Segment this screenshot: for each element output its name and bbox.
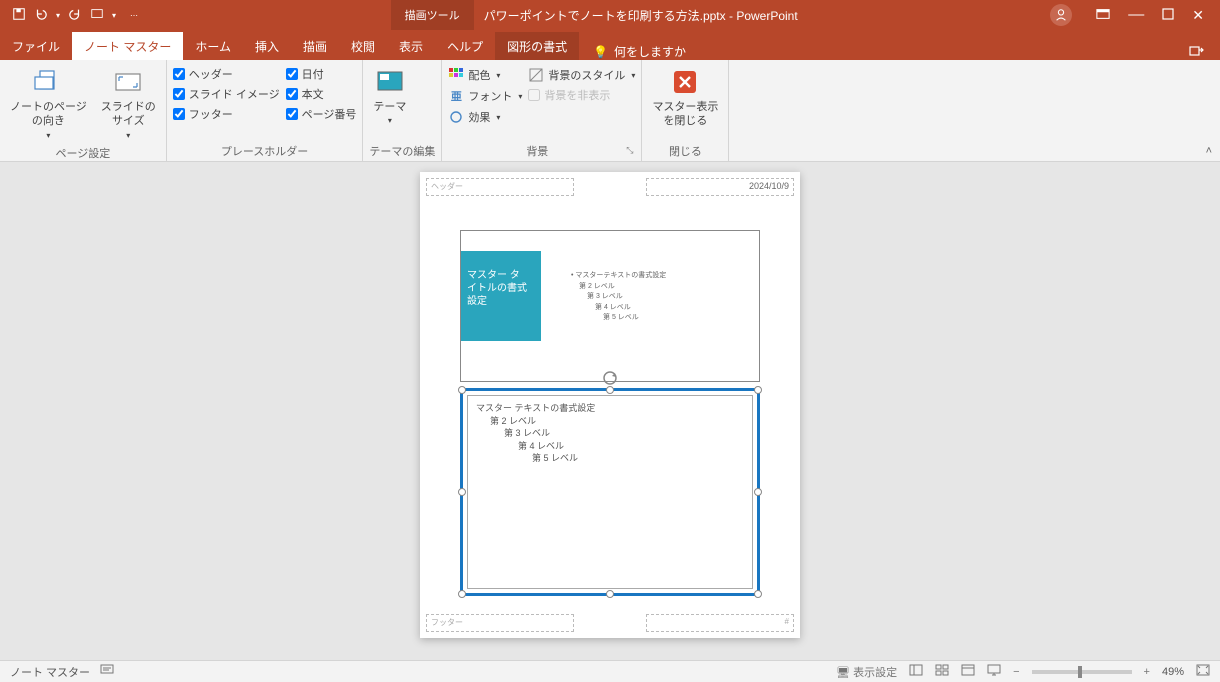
tab-file[interactable]: ファイル — [0, 32, 72, 60]
minimize-button[interactable]: — — [1128, 6, 1144, 24]
qat-dropdown[interactable]: ▾ — [112, 11, 116, 20]
reading-view-icon[interactable] — [961, 664, 975, 679]
slide-size-button[interactable]: スライドの サイズ ▾ — [97, 64, 160, 143]
chk-body[interactable]: 本文 — [286, 86, 357, 102]
group-close: マスター表示 を閉じる 閉じる — [642, 60, 729, 161]
title-center: 描画ツール パワーポイントでノートを印刷する方法.pptx - PowerPoi… — [138, 0, 1050, 30]
page-number-placeholder[interactable]: # — [646, 614, 794, 632]
undo-icon[interactable] — [34, 7, 48, 24]
maximize-button[interactable] — [1162, 8, 1174, 23]
bg-styles-button[interactable]: 背景のスタイル▾ — [528, 66, 635, 84]
notes-text: マスター テキストの書式設定 第 2 レベル 第 3 レベル 第 4 レベル 第… — [468, 396, 752, 471]
display-settings-button[interactable]: 🖥 表示設定 — [836, 664, 897, 680]
header-placeholder[interactable]: ヘッダー — [426, 178, 574, 196]
resize-handle[interactable] — [458, 488, 466, 496]
fit-to-window-icon[interactable] — [1196, 664, 1210, 679]
account-avatar[interactable] — [1050, 4, 1072, 26]
chk-page-number[interactable]: ページ番号 — [286, 106, 357, 122]
status-bar: ノート マスター 🖥 表示設定 − + 49% — [0, 660, 1220, 682]
share-button[interactable] — [1188, 43, 1220, 60]
collapse-ribbon-icon[interactable]: ˄ — [1206, 145, 1212, 157]
close-button[interactable]: ✕ — [1192, 7, 1204, 24]
tab-insert[interactable]: 挿入 — [243, 32, 291, 60]
chk-slide-image[interactable]: スライド イメージ — [173, 86, 280, 102]
sorter-view-icon[interactable] — [935, 664, 949, 679]
slideshow-view-icon[interactable] — [987, 664, 1001, 679]
footer-placeholder[interactable]: フッター — [426, 614, 574, 632]
start-from-beginning-icon[interactable] — [90, 7, 104, 24]
resize-handle[interactable] — [606, 590, 614, 598]
title-bar: ▾ ▾ ⋯ 描画ツール パワーポイントでノートを印刷する方法.pptx - Po… — [0, 0, 1220, 30]
fonts-button[interactable]: 亜フォント▾ — [448, 87, 522, 105]
close-icon — [669, 66, 701, 98]
save-icon[interactable] — [12, 7, 26, 24]
colors-icon — [448, 67, 464, 83]
group-placeholders: ヘッダー スライド イメージ フッター 日付 本文 ページ番号 プレースホルダー — [167, 60, 364, 161]
resize-handle[interactable] — [754, 488, 762, 496]
notes-orientation-button[interactable]: ノートのページ の向き ▾ — [6, 64, 91, 143]
zoom-slider[interactable] — [1032, 670, 1132, 674]
group-theme-edit: テーマ ▾ テーマの編集 — [363, 60, 442, 161]
fonts-icon: 亜 — [448, 88, 464, 104]
quick-access-toolbar: ▾ ▾ ⋯ — [0, 7, 138, 24]
ribbon-display-icon[interactable] — [1096, 8, 1110, 23]
workspace[interactable]: ヘッダー 2024/10/9 マスター タ イトルの書式 設定 マスターテキスト… — [0, 162, 1220, 660]
document-title: パワーポイントでノートを印刷する方法.pptx - PowerPoint — [474, 7, 798, 24]
tab-notes-master[interactable]: ノート マスター — [72, 32, 183, 60]
ribbon-tabs: ファイル ノート マスター ホーム 挿入 描画 校閲 表示 ヘルプ 図形の書式 … — [0, 30, 1220, 60]
slide-body-text: マスターテキストの書式設定 第 2 レベル 第 3 レベル 第 4 レベル 第 … — [571, 271, 666, 324]
tab-draw[interactable]: 描画 — [291, 32, 339, 60]
resize-handle[interactable] — [458, 590, 466, 598]
bg-dialog-launcher[interactable]: ⤡ — [626, 145, 635, 156]
lightbulb-icon: 💡 — [593, 45, 608, 59]
resize-handle[interactable] — [606, 386, 614, 394]
normal-view-icon[interactable] — [909, 664, 923, 679]
colors-button[interactable]: 配色▾ — [448, 66, 522, 84]
status-notes-icon[interactable] — [100, 664, 114, 679]
orientation-icon — [32, 66, 64, 98]
bg-styles-icon — [528, 67, 544, 83]
tab-shape-format[interactable]: 図形の書式 — [495, 32, 579, 60]
qat-more[interactable]: ⋯ — [130, 11, 138, 20]
resize-handle[interactable] — [754, 386, 762, 394]
tab-help[interactable]: ヘルプ — [435, 32, 495, 60]
themes-icon — [374, 66, 406, 98]
group-page-setup: ノートのページ の向き ▾ スライドの サイズ ▾ ページ設定 — [0, 60, 167, 161]
redo-icon[interactable] — [68, 7, 82, 24]
zoom-level[interactable]: 49% — [1162, 666, 1184, 678]
zoom-out-button[interactable]: − — [1013, 666, 1019, 678]
effects-button[interactable]: 効果▾ — [448, 108, 522, 126]
status-mode: ノート マスター — [10, 664, 90, 680]
undo-dropdown[interactable]: ▾ — [56, 11, 60, 20]
resize-handle[interactable] — [458, 386, 466, 394]
chk-date[interactable]: 日付 — [286, 66, 357, 82]
ribbon: ノートのページ の向き ▾ スライドの サイズ ▾ ページ設定 ヘッダー スライ… — [0, 60, 1220, 162]
window-controls: — ✕ — [1050, 4, 1220, 26]
notes-body-placeholder[interactable]: マスター テキストの書式設定 第 2 レベル 第 3 レベル 第 4 レベル 第… — [460, 388, 760, 596]
themes-button[interactable]: テーマ ▾ — [369, 64, 410, 129]
slide-image-placeholder[interactable]: マスター タ イトルの書式 設定 マスターテキストの書式設定 第 2 レベル 第… — [460, 230, 760, 382]
contextual-tab-label: 描画ツール — [391, 0, 474, 30]
resize-handle[interactable] — [754, 590, 762, 598]
close-master-button[interactable]: マスター表示 を閉じる — [648, 64, 722, 131]
slide-title: マスター タ イトルの書式 設定 — [461, 251, 541, 341]
date-placeholder[interactable]: 2024/10/9 — [646, 178, 794, 196]
tell-me-search[interactable]: 💡 何をしますか — [579, 43, 686, 60]
tab-home[interactable]: ホーム — [183, 32, 243, 60]
chk-hide-bg: 背景を非表示 — [528, 87, 635, 103]
chk-header[interactable]: ヘッダー — [173, 66, 280, 82]
notes-master-page: ヘッダー 2024/10/9 マスター タ イトルの書式 設定 マスターテキスト… — [420, 172, 800, 638]
group-background: 配色▾ 亜フォント▾ 効果▾ 背景のスタイル▾ 背景を非表示 背景 ⤡ — [442, 60, 642, 161]
effects-icon — [448, 109, 464, 125]
zoom-in-button[interactable]: + — [1144, 666, 1150, 678]
tab-view[interactable]: 表示 — [387, 32, 435, 60]
slide-size-icon — [112, 66, 144, 98]
tab-review[interactable]: 校閲 — [339, 32, 387, 60]
chk-footer[interactable]: フッター — [173, 106, 280, 122]
